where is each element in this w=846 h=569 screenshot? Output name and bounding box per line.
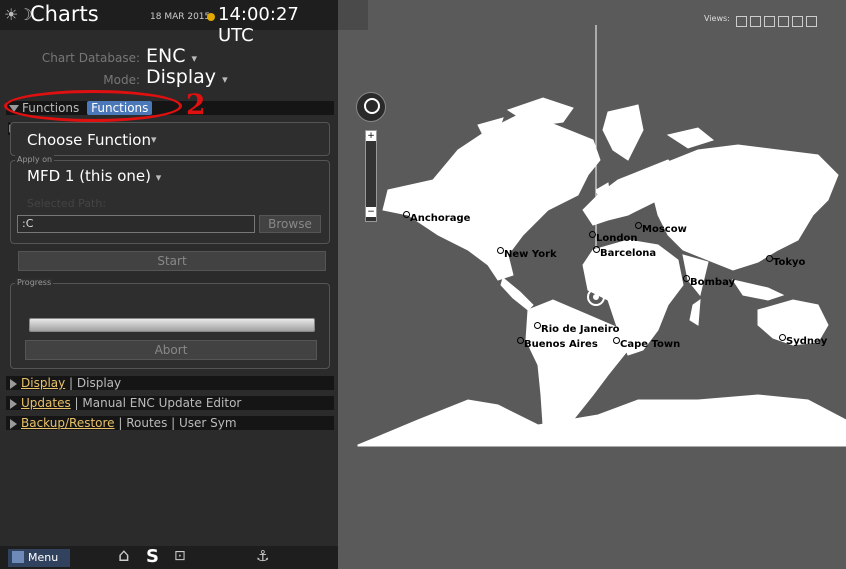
display-section-header[interactable]: Display | Display [6, 376, 334, 390]
chevron-down-icon: ▾ [155, 171, 162, 184]
home-icon[interactable]: ⌂ [118, 545, 129, 566]
expand-arrow-icon [10, 418, 17, 429]
selected-path-label: Selected Path: [27, 197, 107, 210]
city-label[interactable]: Barcelona [592, 246, 656, 259]
panel-title: Charts [30, 2, 99, 26]
anchor-icon[interactable]: ⚓ [256, 547, 269, 565]
chevron-down-icon: ▾ [191, 52, 198, 65]
chart-map[interactable]: Views: + − Anchorage London Moscow New Y… [338, 0, 846, 569]
date-label: 18 MAR 2015 [150, 12, 211, 22]
section-title: Display [21, 376, 66, 390]
screenshot-icon[interactable]: ⊡ [174, 548, 186, 564]
section-subtitle: | Display [65, 376, 122, 390]
progress-legend: Progress [15, 278, 54, 287]
chart-database-label: Chart Database: [41, 51, 140, 65]
backup-restore-section-header[interactable]: Backup/Restore | Routes | User Sym [6, 416, 334, 430]
charts-panel: ☀☽ Charts 18 MAR 2015 14:00:27 UTC Chart… [0, 0, 338, 569]
section-subtitle: | Routes | User Sym [114, 416, 237, 430]
expand-arrow-icon [10, 398, 17, 409]
city-label[interactable]: Sydney [778, 334, 827, 347]
mode-value: Display [146, 66, 217, 88]
city-label[interactable]: Tokyo [765, 255, 805, 268]
day-night-icon[interactable]: ☀☽ [4, 5, 33, 24]
path-input[interactable]: :C [17, 215, 255, 233]
chart-database-value: ENC [146, 45, 186, 67]
browse-button[interactable]: Browse [259, 215, 321, 233]
apply-on-group: Apply on MFD 1 (this one) ▾ Selected Pat… [10, 155, 330, 244]
choose-function-label: Choose Function [27, 131, 151, 149]
city-label[interactable]: Anchorage [402, 211, 470, 224]
menu-button[interactable]: Menu [8, 549, 70, 567]
title-bar: ☀☽ Charts 18 MAR 2015 14:00:27 UTC [0, 0, 338, 46]
section-subtitle: | Manual ENC Update Editor [70, 396, 242, 410]
mode-select[interactable]: Display ▾ [146, 66, 228, 88]
progress-bar [29, 318, 315, 332]
chevron-down-icon: ▾ [222, 73, 228, 86]
status-dot-icon [207, 13, 215, 21]
city-label[interactable]: Cape Town [612, 337, 680, 350]
city-label[interactable]: Bombay [682, 275, 735, 288]
s-icon[interactable]: S [146, 546, 159, 567]
start-button[interactable]: Start [18, 251, 326, 271]
city-label[interactable]: Buenos Aires [517, 337, 598, 350]
mode-label: Mode: [103, 73, 140, 87]
apply-on-legend: Apply on [15, 155, 55, 164]
annotation-ellipse [4, 90, 182, 122]
city-label[interactable]: Moscow [635, 222, 687, 235]
chart-database-select[interactable]: ENC ▾ [146, 45, 197, 67]
apply-on-select[interactable]: MFD 1 (this one) ▾ [27, 167, 161, 185]
chevron-down-icon: ▾ [151, 133, 157, 146]
annotation-number: 2 [186, 88, 206, 121]
bottom-bar: Menu ⌂ S ⊡ ⚓ [0, 545, 338, 569]
section-title: Backup/Restore [21, 416, 115, 430]
world-map [357, 25, 846, 447]
apply-on-value: MFD 1 (this one) [27, 167, 151, 185]
function-select[interactable]: Choose Function ▾ [10, 122, 330, 156]
city-label[interactable]: Rio de Janeiro [534, 322, 620, 335]
city-label[interactable]: London [589, 231, 638, 244]
progress-group: Progress Abort [10, 278, 330, 369]
menu-label: Menu [28, 551, 59, 564]
path-value: :C [22, 217, 34, 230]
section-title: Updates [21, 396, 71, 410]
clock: 14:00:27 UTC [218, 4, 299, 46]
menu-icon [12, 551, 24, 563]
updates-section-header[interactable]: Updates | Manual ENC Update Editor [6, 396, 334, 410]
abort-button[interactable]: Abort [25, 340, 317, 360]
city-label[interactable]: New York [497, 247, 557, 260]
expand-arrow-icon [10, 378, 17, 389]
